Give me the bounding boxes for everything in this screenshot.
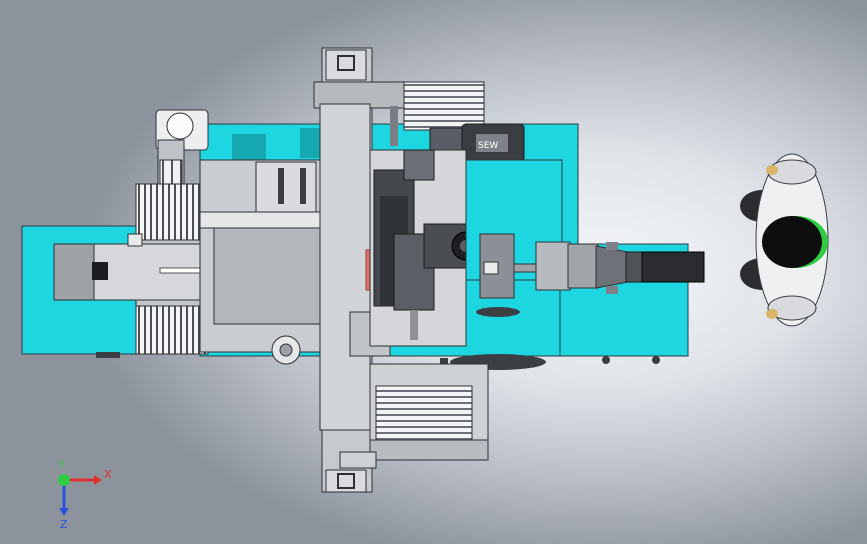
y-axis-label: Y xyxy=(57,460,65,471)
z-axis-label: Z xyxy=(60,518,68,531)
y-axis-dot xyxy=(58,474,70,486)
operator-figure xyxy=(740,153,829,327)
tool-carriage xyxy=(369,149,481,347)
headstock-block xyxy=(199,159,321,365)
axis-triad: X Y Z xyxy=(57,460,112,531)
tailstock-assembly xyxy=(465,159,705,299)
motor-brand-label: SEW xyxy=(478,141,498,151)
cad-machine-scene: SEW xyxy=(21,47,829,493)
x-axis-label: X xyxy=(104,468,112,481)
